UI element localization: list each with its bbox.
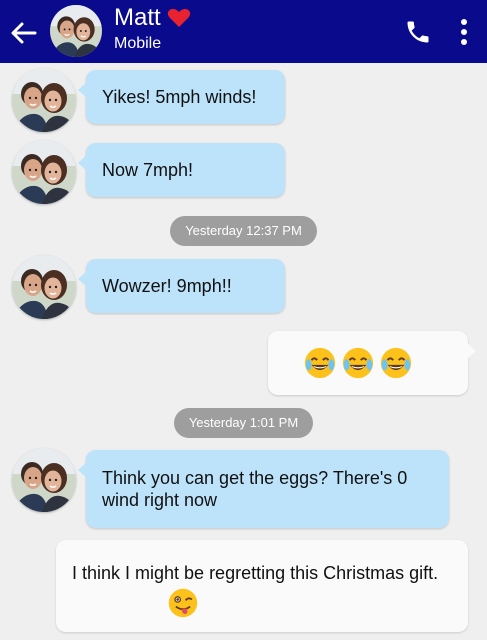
outgoing-message[interactable]: 😂😂😂 bbox=[268, 331, 476, 395]
contact-avatar[interactable] bbox=[50, 5, 102, 57]
message-text: Yikes! 5mph winds! bbox=[102, 87, 257, 107]
more-vert-icon[interactable] bbox=[456, 16, 472, 48]
contact-header[interactable]: Matt Mobile bbox=[114, 4, 191, 54]
timestamp-pill: Yesterday 12:37 PM bbox=[170, 216, 317, 246]
message-text: Wowzer! 9mph!! bbox=[102, 276, 232, 296]
message-text: Now 7mph! bbox=[102, 160, 194, 180]
heart-icon bbox=[167, 8, 190, 27]
joy-emoji-icon bbox=[303, 346, 337, 380]
incoming-message[interactable]: Now 7mph! bbox=[78, 143, 285, 197]
timestamp-pill: Yesterday 1:01 PM bbox=[174, 408, 313, 438]
outgoing-message[interactable]: I think I might be regretting this Chris… bbox=[56, 540, 468, 632]
sender-avatar[interactable] bbox=[12, 448, 76, 512]
phone-icon[interactable] bbox=[404, 18, 432, 46]
incoming-message[interactable]: Think you can get the eggs? There's 0 wi… bbox=[78, 450, 449, 528]
sender-avatar[interactable] bbox=[12, 255, 76, 319]
contact-subtitle: Mobile bbox=[114, 35, 162, 52]
emoji-row bbox=[303, 346, 413, 380]
message-text: 😂😂😂 bbox=[268, 331, 269, 332]
message-text: I think I might be regretting this Chris… bbox=[72, 563, 439, 583]
joy-emoji-icon bbox=[379, 346, 413, 380]
contact-name: Matt bbox=[114, 4, 161, 31]
sender-avatar[interactable] bbox=[12, 140, 76, 204]
sender-avatar[interactable] bbox=[12, 68, 76, 132]
winking-tongue-emoji-icon bbox=[167, 587, 199, 619]
incoming-message[interactable]: Yikes! 5mph winds! bbox=[78, 70, 285, 124]
incoming-message[interactable]: Wowzer! 9mph!! bbox=[78, 259, 285, 313]
app-bar: Matt Mobile bbox=[0, 0, 487, 63]
message-text: Think you can get the eggs? There's 0 wi… bbox=[102, 468, 408, 510]
joy-emoji-icon bbox=[341, 346, 375, 380]
back-arrow-icon[interactable] bbox=[8, 18, 38, 48]
